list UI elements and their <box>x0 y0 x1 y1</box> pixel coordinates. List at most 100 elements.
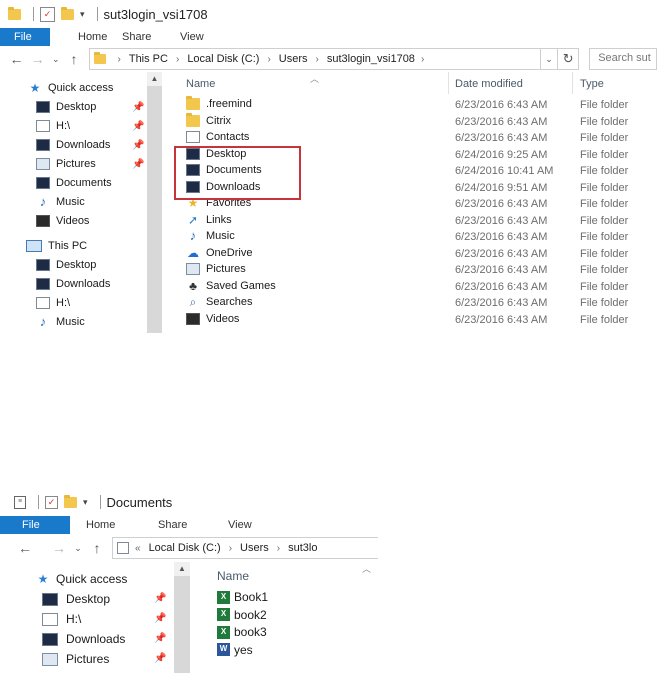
nav-this-pc[interactable]: This PC <box>26 240 87 252</box>
nav-scrollbar[interactable]: ▲ <box>147 72 162 333</box>
nav-pc-desktop[interactable]: Desktop <box>36 259 96 271</box>
nav-qa-documents[interactable]: Documents <box>36 177 112 189</box>
file-type: File folder <box>580 247 629 260</box>
folder-icon <box>186 96 200 110</box>
scroll-up-icon[interactable]: ▲ <box>174 562 190 576</box>
crumb-users[interactable]: Users <box>279 53 308 65</box>
saved-games-icon: ♣ <box>189 278 197 293</box>
file-row[interactable]: X Book1 <box>190 590 400 607</box>
nav-qa-h-drive[interactable]: H:\ <box>42 612 81 626</box>
nav-quick-access[interactable]: ★ Quick access <box>36 572 128 586</box>
file-row[interactable]: ♣ Saved Games 6/23/2016 6:43 AM File folder <box>162 279 657 296</box>
file-row[interactable]: ⌕ Searches 6/23/2016 6:43 AM File folder <box>162 295 657 312</box>
forward-button[interactable]: → <box>27 51 48 67</box>
nav-qa-downloads[interactable]: Downloads <box>42 632 125 646</box>
nav-qa-desktop[interactable]: Desktop <box>42 592 110 606</box>
downloads-icon <box>36 278 50 290</box>
nav-label: Pictures <box>56 158 96 170</box>
downloads-icon <box>42 632 58 646</box>
tab-home[interactable]: Home <box>50 28 122 46</box>
file-name: Videos <box>206 312 240 325</box>
address-dropdown-icon[interactable]: ⌄ <box>540 48 559 70</box>
tab-view[interactable]: View <box>180 28 204 46</box>
address-bar[interactable]: « Local Disk (C:) › Users › sut3lo <box>112 537 378 559</box>
overflow-icon[interactable]: « <box>135 543 141 554</box>
tab-view[interactable]: View <box>228 516 252 534</box>
crumb-local-disk[interactable]: Local Disk (C:) <box>187 53 259 65</box>
file-row[interactable]: Wyes <box>190 643 400 660</box>
nav-label: H:\ <box>56 120 71 132</box>
tab-home[interactable]: Home <box>70 516 158 534</box>
tab-file[interactable]: File <box>0 28 50 46</box>
scroll-up-icon[interactable]: ▲ <box>147 72 162 86</box>
nav-qa-desktop[interactable]: Desktop <box>36 101 96 113</box>
file-type: File folder <box>580 99 629 111</box>
new-folder-icon[interactable] <box>64 494 77 508</box>
nav-pc-downloads[interactable]: Downloads <box>36 278 110 290</box>
file-row[interactable]: Contacts 6/23/2016 6:43 AM File folder <box>162 130 657 147</box>
new-folder-icon[interactable] <box>61 6 74 20</box>
refresh-button[interactable]: ↻ <box>558 48 580 70</box>
documents-icon <box>117 542 129 554</box>
nav-qa-downloads[interactable]: Downloads <box>36 139 110 151</box>
crumb-local-disk[interactable]: Local Disk (C:) <box>149 542 221 554</box>
forward-button[interactable]: → <box>48 540 70 556</box>
up-button[interactable]: ↑ <box>63 51 84 67</box>
crumb-user-folder[interactable]: sut3lo <box>288 542 317 554</box>
nav-qa-music[interactable]: ♪ Music <box>36 195 85 208</box>
recent-locations-icon[interactable]: ⌄ <box>48 54 63 65</box>
file-row[interactable]: ☁ OneDrive 6/23/2016 6:43 AM File folder <box>162 246 657 263</box>
customize-toolbar-dropdown-icon[interactable]: ▾ <box>80 9 85 20</box>
customize-toolbar-dropdown-icon[interactable]: ▾ <box>83 497 88 508</box>
column-header-date-modified[interactable]: Date modified <box>455 78 523 90</box>
tab-share[interactable]: Share <box>158 516 228 534</box>
crumb-this-pc[interactable]: This PC <box>129 53 168 65</box>
column-header-name[interactable]: Name <box>186 78 215 90</box>
nav-quick-access[interactable]: ★ Quick access <box>28 82 114 94</box>
nav-pc-music[interactable]: ♪ Music <box>36 315 85 328</box>
nav-scrollbar[interactable]: ▲ <box>174 562 190 673</box>
pin-icon[interactable]: 📌 <box>154 633 166 644</box>
nav-qa-videos[interactable]: Videos <box>36 215 89 227</box>
nav-label: Music <box>56 196 85 208</box>
properties-icon[interactable]: ✓ <box>40 6 55 22</box>
back-button[interactable]: ← <box>6 51 27 67</box>
pin-icon[interactable]: 📌 <box>132 102 144 113</box>
file-row[interactable]: Pictures 6/23/2016 6:43 AM File folder <box>162 262 657 279</box>
crumb-user-folder[interactable]: sut3login_vsi1708 <box>327 53 415 65</box>
pin-icon[interactable]: 📌 <box>154 613 166 624</box>
nav-qa-h-drive[interactable]: H:\ <box>36 120 70 132</box>
back-button[interactable]: ← <box>14 540 36 556</box>
nav-qa-pictures[interactable]: Pictures <box>42 652 109 666</box>
recent-locations-icon[interactable]: ⌄ <box>70 543 86 554</box>
folder-icon[interactable] <box>8 6 21 20</box>
file-row[interactable]: ♪ Music 6/23/2016 6:43 AM File folder <box>162 229 657 246</box>
search-input[interactable]: Search sut <box>589 48 657 70</box>
up-button[interactable]: ↑ <box>86 540 108 556</box>
file-row[interactable]: ➚ Links 6/23/2016 6:43 AM File folder <box>162 213 657 230</box>
star-icon: ★ <box>37 572 49 586</box>
file-row[interactable]: Citrix 6/23/2016 6:43 AM File folder <box>162 112 657 131</box>
file-row[interactable]: Xbook3 <box>190 625 400 642</box>
column-header-type[interactable]: Type <box>580 78 604 90</box>
file-row[interactable]: .freemind 6/23/2016 6:43 AM File folder <box>162 96 657 114</box>
pin-icon[interactable]: 📌 <box>154 593 166 604</box>
checkbox-icon[interactable]: ✓ <box>45 495 58 509</box>
tab-share[interactable]: Share <box>122 28 180 46</box>
pin-icon[interactable]: 📌 <box>132 121 144 132</box>
file-row[interactable]: Xbook2 <box>190 608 400 625</box>
properties-icon[interactable]: ≡ <box>14 495 26 509</box>
pin-icon[interactable]: 📌 <box>132 159 144 170</box>
pin-icon[interactable]: 📌 <box>154 653 166 664</box>
file-row[interactable]: Videos 6/23/2016 6:43 AM File folder <box>162 312 657 329</box>
nav-label: Documents <box>56 177 112 189</box>
address-bar[interactable]: › This PC › Local Disk (C:) › Users › su… <box>88 48 541 70</box>
excel-icon: X <box>217 608 230 621</box>
nav-qa-pictures[interactable]: Pictures <box>36 158 96 170</box>
column-header-name[interactable]: Name <box>217 569 249 583</box>
crumb-users[interactable]: Users <box>240 542 269 554</box>
nav-pc-h-drive[interactable]: H:\ <box>36 297 70 309</box>
pin-icon[interactable]: 📌 <box>132 140 144 151</box>
folder-icon <box>186 112 200 127</box>
tab-file[interactable]: File <box>0 516 70 534</box>
